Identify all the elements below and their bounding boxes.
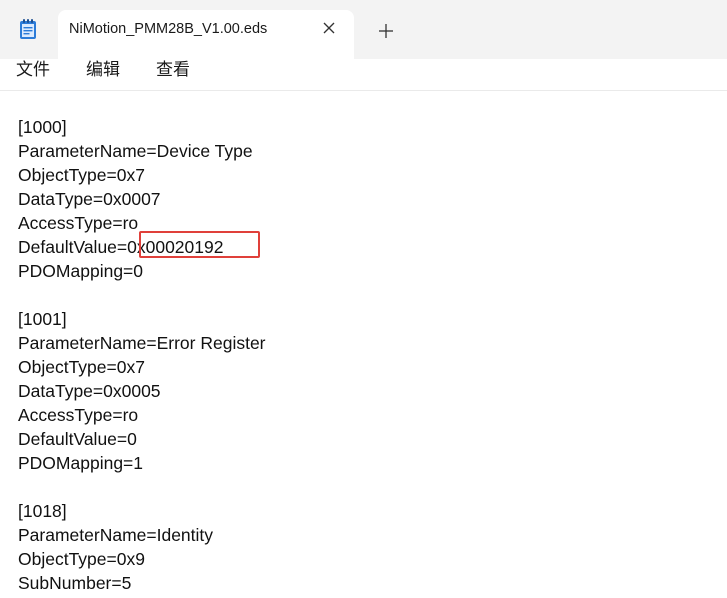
- menu-bar: 文件 编辑 查看: [0, 59, 727, 91]
- editor-line: [1001]: [18, 309, 67, 329]
- menu-item-view[interactable]: 查看: [156, 59, 190, 81]
- notepad-icon: [18, 18, 38, 40]
- editor-line: [1018]: [18, 501, 67, 521]
- editor-line: AccessType=ro: [18, 405, 139, 425]
- editor-line: ParameterName=Error Register: [18, 333, 266, 353]
- editor-line: ObjectType=0x9: [18, 549, 145, 569]
- editor-line: PDOMapping=1: [18, 453, 144, 473]
- tab-file[interactable]: NiMotion_PMM28B_V1.00.eds: [58, 10, 354, 59]
- editor-line: DataType=0x0005: [18, 381, 161, 401]
- plus-icon[interactable]: [374, 19, 398, 43]
- highlight-box: [139, 231, 260, 258]
- tab-title: NiMotion_PMM28B_V1.00.eds: [69, 21, 268, 37]
- title-bar: NiMotion_PMM28B_V1.00.eds: [0, 0, 727, 59]
- menu-item-edit[interactable]: 编辑: [86, 59, 120, 81]
- menu-item-file[interactable]: 文件: [16, 59, 50, 81]
- close-icon[interactable]: [318, 17, 340, 39]
- text-editor[interactable]: [1000] ParameterName=Device Type ObjectT…: [0, 91, 727, 598]
- notepad-window: NiMotion_PMM28B_V1.00.eds 文件 编辑 查看 [1000…: [0, 0, 727, 598]
- editor-line: SubNumber=5: [18, 573, 132, 593]
- editor-line: ObjectType=0x7: [18, 357, 145, 377]
- editor-line: ParameterName=Device Type: [18, 141, 253, 161]
- editor-line: ObjectType=0x7: [18, 165, 145, 185]
- editor-line: DefaultValue=0: [18, 429, 137, 449]
- editor-line: [1000]: [18, 117, 67, 137]
- editor-line: AccessType=ro: [18, 213, 139, 233]
- editor-line: DataType=0x0007: [18, 189, 161, 209]
- editor-line: ParameterName=Identity: [18, 525, 214, 545]
- editor-line: PDOMapping=0: [18, 261, 144, 281]
